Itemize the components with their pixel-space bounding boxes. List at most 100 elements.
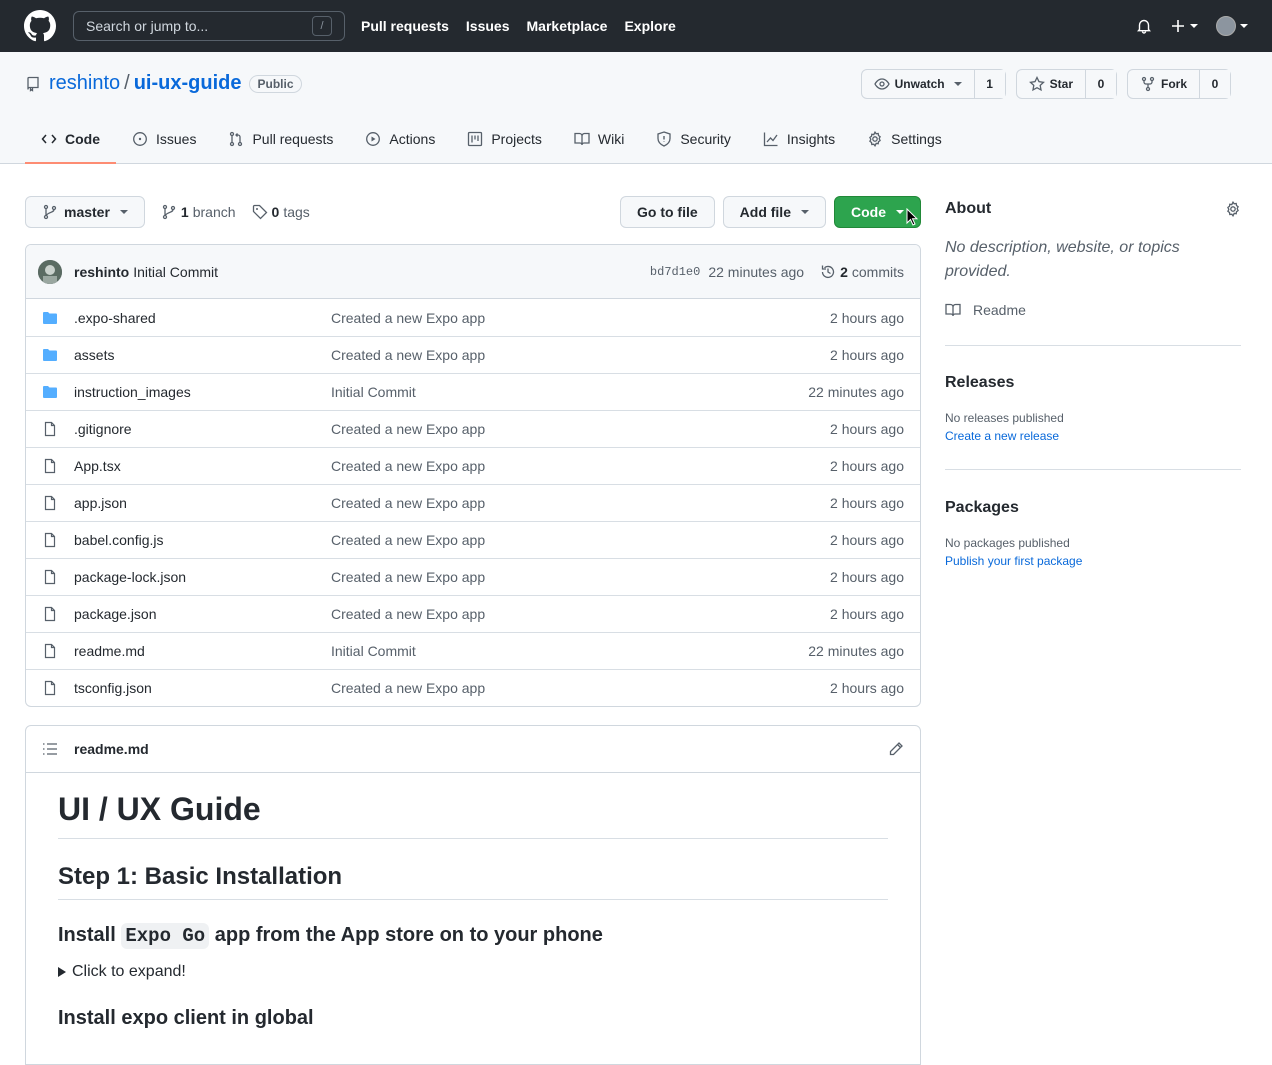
repo-owner-link[interactable]: reshinto — [49, 72, 120, 95]
readme-content: UI / UX Guide Step 1: Basic Installation… — [26, 773, 920, 1030]
file-commit-age: 22 minutes ago — [808, 384, 904, 400]
nav-marketplace[interactable]: Marketplace — [527, 18, 608, 34]
file-row[interactable]: package-lock.json Created a new Expo app 2… — [26, 558, 920, 595]
file-row[interactable]: .expo-shared Created a new Expo app 2 hour… — [26, 299, 920, 336]
github-logo-icon[interactable] — [24, 10, 56, 42]
file-row[interactable]: App.tsx Created a new Expo app 2 hours ago — [26, 447, 920, 484]
add-file-button[interactable]: Add file — [722, 196, 826, 228]
branch-select-button[interactable]: master — [25, 196, 145, 228]
create-new-menu[interactable] — [1170, 18, 1198, 34]
commit-message[interactable]: Initial Commit — [133, 264, 218, 280]
file-row[interactable]: package.json Created a new Expo app 2 hour… — [26, 595, 920, 632]
tab-insights[interactable]: Insights — [747, 115, 851, 163]
watch-button[interactable]: Unwatch — [862, 70, 975, 98]
details-toggle[interactable]: Click to expand! — [58, 963, 888, 981]
avatar[interactable] — [38, 259, 62, 284]
fork-count[interactable]: 0 — [1200, 70, 1230, 98]
divider — [945, 469, 1241, 470]
file-icon — [42, 606, 58, 622]
file-name-link[interactable]: .gitignore — [74, 421, 331, 437]
nav-pull-requests[interactable]: Pull requests — [361, 18, 449, 34]
tab-issues[interactable]: Issues — [116, 115, 212, 163]
file-name-link[interactable]: app.json — [74, 495, 331, 511]
user-menu[interactable] — [1216, 16, 1248, 36]
file-name-link[interactable]: .expo-shared — [74, 310, 331, 326]
file-row[interactable]: app.json Created a new Expo app 2 hours ag… — [26, 484, 920, 521]
tab-wiki[interactable]: Wiki — [558, 115, 640, 163]
file-name-link[interactable]: package-lock.json — [74, 569, 331, 585]
file-commit-message[interactable]: Created a new Expo app — [331, 569, 830, 585]
file-commit-message[interactable]: Created a new Expo app — [331, 347, 830, 363]
publish-package-link[interactable]: Publish your first package — [945, 554, 1082, 568]
tab-security[interactable]: Security — [640, 115, 747, 163]
nav-issues[interactable]: Issues — [466, 18, 510, 34]
file-commit-age: 2 hours ago — [830, 569, 904, 585]
file-commit-message[interactable]: Created a new Expo app — [331, 458, 830, 474]
file-name-link[interactable]: tsconfig.json — [74, 680, 331, 696]
file-row[interactable]: .gitignore Created a new Expo app 2 hours … — [26, 410, 920, 447]
tags-link[interactable]: 0 tags — [252, 204, 310, 220]
file-row[interactable]: readme.md Initial Commit 22 minutes ago — [26, 632, 920, 669]
file-commit-message[interactable]: Created a new Expo app — [331, 606, 830, 622]
watch-button-group: Unwatch 1 — [860, 69, 1006, 99]
caret-down-icon — [1240, 24, 1248, 28]
tab-projects[interactable]: Projects — [451, 115, 558, 163]
file-row[interactable]: babel.config.js Created a new Expo app 2 h… — [26, 521, 920, 558]
tab-code[interactable]: Code — [25, 115, 116, 164]
star-button[interactable]: Star — [1017, 70, 1086, 98]
commit-author[interactable]: reshinto — [74, 264, 129, 280]
file-commit-message[interactable]: Created a new Expo app — [331, 421, 830, 437]
star-count[interactable]: 0 — [1085, 70, 1116, 98]
fork-button[interactable]: Fork — [1128, 70, 1200, 98]
file-row[interactable]: tsconfig.json Created a new Expo app 2 hou… — [26, 669, 920, 706]
issue-icon — [133, 132, 147, 146]
commit-time: 22 minutes ago — [708, 263, 805, 280]
code-label: Code — [851, 204, 886, 220]
file-name-link[interactable]: babel.config.js — [74, 532, 331, 548]
file-name-link[interactable]: package.json — [74, 606, 331, 622]
create-release-link[interactable]: Create a new release — [945, 429, 1059, 443]
file-commit-age: 2 hours ago — [830, 532, 904, 548]
tag-count: 0 — [271, 204, 280, 220]
watch-count[interactable]: 1 — [974, 70, 1005, 98]
tab-label: Code — [65, 131, 100, 147]
add-file-label: Add file — [739, 204, 791, 220]
pencil-icon[interactable] — [888, 741, 904, 757]
file-commit-message[interactable]: Initial Commit — [331, 643, 808, 659]
file-row[interactable]: instruction_images Initial Commit 22 minut… — [26, 373, 920, 410]
file-commit-message[interactable]: Created a new Expo app — [331, 495, 830, 511]
file-commit-age: 2 hours ago — [830, 347, 904, 363]
nav-explore[interactable]: Explore — [624, 18, 675, 34]
gear-icon[interactable] — [1225, 201, 1241, 217]
go-to-file-button[interactable]: Go to file — [619, 196, 715, 228]
tab-pull-requests[interactable]: Pull requests — [212, 115, 349, 163]
file-commit-message[interactable]: Created a new Expo app — [331, 310, 830, 326]
readme-filename[interactable]: readme.md — [74, 741, 149, 757]
search-input[interactable]: Search or jump to... / — [73, 11, 345, 41]
tab-actions[interactable]: Actions — [349, 115, 451, 163]
folder-icon — [42, 347, 58, 363]
file-commit-age: 2 hours ago — [830, 606, 904, 622]
branches-link[interactable]: 1 branch — [161, 204, 236, 220]
file-name-link[interactable]: assets — [74, 347, 331, 363]
file-name-link[interactable]: readme.md — [74, 643, 331, 659]
commit-sha[interactable]: bd7d1e0 — [650, 265, 700, 279]
tab-settings[interactable]: Settings — [851, 115, 958, 163]
readme-link[interactable]: Readme — [945, 302, 1026, 318]
releases-title[interactable]: Releases — [945, 374, 1014, 392]
repo-tabs: Code Issues Pull requests Actions Projec… — [25, 115, 958, 164]
commits-link[interactable]: 2 commits — [820, 264, 904, 280]
file-commit-message[interactable]: Created a new Expo app — [331, 532, 830, 548]
file-row[interactable]: assets Created a new Expo app 2 hours ago — [26, 336, 920, 373]
file-commit-message[interactable]: Created a new Expo app — [331, 680, 830, 696]
repo-separator: / — [124, 72, 130, 94]
branch-icon — [162, 204, 176, 220]
list-icon[interactable] — [42, 741, 58, 757]
book-icon — [574, 132, 590, 146]
bell-icon[interactable] — [1136, 18, 1152, 34]
repo-name-link[interactable]: ui-ux-guide — [134, 72, 242, 95]
file-commit-message[interactable]: Initial Commit — [331, 384, 808, 400]
file-name-link[interactable]: App.tsx — [74, 458, 331, 474]
packages-title[interactable]: Packages — [945, 499, 1019, 517]
file-name-link[interactable]: instruction_images — [74, 384, 331, 400]
